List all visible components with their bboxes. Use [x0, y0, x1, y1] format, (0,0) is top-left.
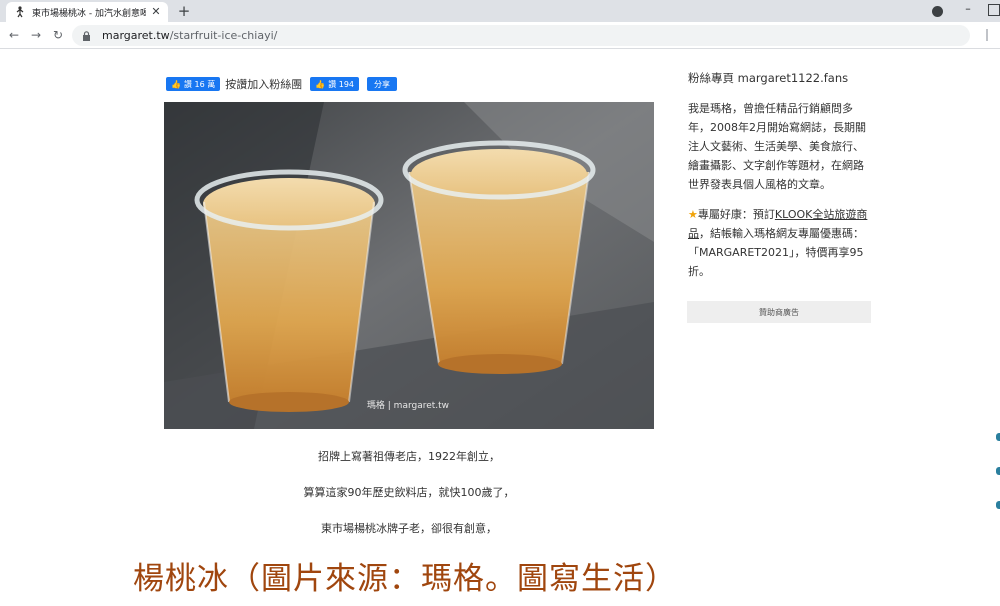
new-tab-button[interactable]: + [176, 3, 192, 19]
caption-line-2: 算算這家90年歷史飲料店，就快100歲了， [303, 486, 515, 499]
web-page: 👍 讚 16 萬 按讚加入粉絲團 👍 讚 194 分享 瑪格 | margare… [0, 50, 1000, 606]
floating-widget-icon[interactable] [996, 467, 1000, 475]
browser-tab[interactable]: 東市場楊桃冰 - 加汽水創意喝法 ✕ [6, 2, 168, 22]
tab-close-icon[interactable]: ✕ [150, 6, 162, 18]
tab-title: 東市場楊桃冰 - 加汽水創意喝法 [32, 8, 146, 19]
minimize-button[interactable]: – [962, 2, 974, 16]
like-post-label: 讚 194 [328, 79, 355, 89]
share-button[interactable]: 分享 [367, 77, 398, 91]
intro-line: 世界發表具個人風格的文章。 [688, 178, 831, 191]
url-path: /starfruit-ice-chiayi/ [169, 29, 278, 42]
sponsor-ad-box[interactable]: 贊助商廣告 [687, 301, 871, 323]
maximize-button[interactable] [988, 4, 1000, 16]
intro-line: 年，2008年2月開始寫網誌，長期關 [688, 121, 866, 134]
star-icon: ★ [688, 208, 698, 221]
url-domain: margaret.tw [102, 29, 170, 42]
like-page-button[interactable]: 👍 讚 16 萬 [166, 77, 221, 91]
intro-line: 我是瑪格，曾擔任精品行銷顧問多 [688, 102, 853, 115]
floating-widget-icon[interactable] [996, 501, 1000, 509]
promo-rest: ，結帳輸入瑪格網友專屬優惠碼：「MARGARET2021」，特價再享95折。 [688, 227, 864, 278]
thumbs-up-icon: 👍 [171, 79, 181, 89]
promo-prefix: 專屬好康：預訂 [697, 208, 775, 221]
url-text: margaret.tw/starfruit-ice-chiayi/ [102, 29, 277, 42]
photo-watermark: 瑪格 | margaret.tw [367, 399, 449, 411]
intro-line: 注人文藝術、生活美學、美食旅行、 [688, 140, 864, 153]
site-favicon-icon [14, 6, 26, 18]
caption-line-1: 招牌上寫著祖傳老店，1922年創立， [318, 450, 500, 463]
overlay-heading: 楊桃冰（圖片來源：瑪格。圖寫生活） [133, 561, 677, 597]
author-intro: 我是瑪格，曾擔任精品行銷顧問多 年，2008年2月開始寫網誌，長期關 注人文藝術… [688, 99, 870, 194]
scrollbar-handle[interactable] [986, 29, 996, 41]
browser-toolbar: ← → ↻ margaret.tw/starfruit-ice-chiayi/ [0, 22, 1000, 49]
back-button[interactable]: ← [6, 27, 22, 43]
lock-icon[interactable] [82, 30, 92, 41]
caption-line-3: 東市場楊桃冰牌子老，卻很有創意， [321, 522, 497, 535]
thumbs-up-icon: 👍 [315, 79, 326, 89]
like-post-button[interactable]: 👍 讚 194 [310, 77, 360, 91]
floating-widget-icon[interactable] [996, 433, 1000, 441]
starfruit-drink-photo: 瑪格 | margaret.tw [164, 102, 654, 429]
join-fans-text: 按讚加入粉絲團 [225, 78, 303, 91]
like-page-label: 讚 16 萬 [183, 79, 216, 89]
reload-button[interactable]: ↻ [50, 27, 66, 43]
forward-button[interactable]: → [28, 27, 44, 43]
fans-page-title[interactable]: 粉絲專頁 margaret1122.fans [688, 70, 848, 86]
promo-paragraph: ★專屬好康：預訂KLOOK全站旅遊商品，結帳輸入瑪格網友專屬優惠碼：「MARGA… [688, 205, 870, 281]
address-bar[interactable]: margaret.tw/starfruit-ice-chiayi/ [72, 25, 970, 46]
tab-strip: 東市場楊桃冰 - 加汽水創意喝法 ✕ + – [0, 0, 1000, 22]
intro-line: 繪畫攝影、文字創作等題材，在網路 [688, 159, 864, 172]
profile-icon[interactable] [932, 6, 943, 17]
facebook-social-bar: 👍 讚 16 萬 按讚加入粉絲團 👍 讚 194 分享 [166, 77, 398, 91]
